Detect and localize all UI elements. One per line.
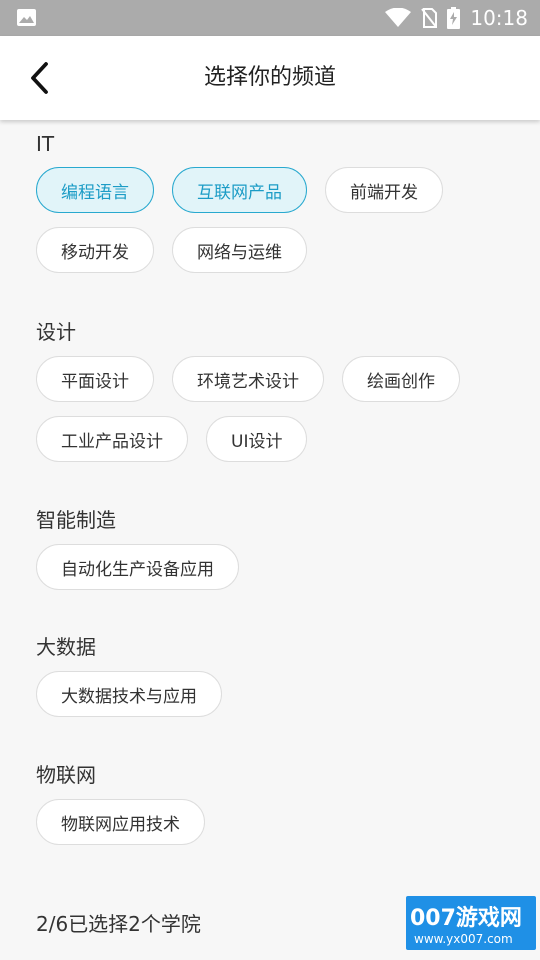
- chip-mobile-development[interactable]: 移动开发: [36, 227, 154, 273]
- chip-big-data-technology[interactable]: 大数据技术与应用: [36, 671, 222, 717]
- page-title: 选择你的频道: [203, 65, 336, 90]
- chip-group: 自动化生产设备应用: [36, 544, 496, 604]
- section-title: 物联网: [36, 763, 96, 787]
- section-big-data: 大数据 大数据技术与应用: [36, 631, 496, 731]
- chip-group: 物联网应用技术: [36, 799, 496, 859]
- section-title: 设计: [36, 320, 76, 344]
- chip-frontend-development[interactable]: 前端开发: [325, 167, 443, 213]
- chip-group: 编程语言 互联网产品 前端开发 移动开发 网络与运维: [36, 167, 496, 287]
- chip-environmental-art-design[interactable]: 环境艺术设计: [172, 356, 324, 402]
- chip-iot-application-technology[interactable]: 物联网应用技术: [36, 799, 205, 845]
- chip-group: 平面设计 环境艺术设计 绘画创作 工业产品设计 UI设计: [36, 356, 496, 476]
- watermark-url: www.yx007.com: [414, 932, 513, 946]
- section-smart-manufacturing: 智能制造 自动化生产设备应用: [36, 504, 496, 604]
- section-design: 设计 平面设计 环境艺术设计 绘画创作 工业产品设计 UI设计: [36, 316, 496, 476]
- chip-network-operations[interactable]: 网络与运维: [172, 227, 307, 273]
- chip-graphic-design[interactable]: 平面设计: [36, 356, 154, 402]
- section-title: 大数据: [36, 635, 96, 659]
- chip-group: 大数据技术与应用: [36, 671, 496, 731]
- wifi-icon: [385, 8, 412, 27]
- watermark-logo: 007游戏网 www.yx007.com: [406, 896, 536, 950]
- status-bar: 10:18: [0, 0, 540, 36]
- selection-summary: 2/6已选择2个学院: [36, 912, 201, 936]
- section-it: IT 编程语言 互联网产品 前端开发 移动开发 网络与运维: [36, 132, 496, 287]
- app-bar: 选择你的频道: [0, 36, 540, 120]
- battery-charging-icon: [447, 7, 461, 29]
- watermark-title: 007游戏网: [410, 906, 522, 931]
- chip-ui-design[interactable]: UI设计: [206, 416, 308, 462]
- status-time: 10:18: [470, 6, 528, 30]
- section-title: IT: [36, 132, 55, 156]
- chip-programming-languages[interactable]: 编程语言: [36, 167, 154, 213]
- section-iot: 物联网 物联网应用技术: [36, 759, 496, 859]
- chip-industrial-product-design[interactable]: 工业产品设计: [36, 416, 188, 462]
- section-title: 智能制造: [36, 508, 116, 532]
- chip-internet-products[interactable]: 互联网产品: [172, 167, 307, 213]
- chip-painting[interactable]: 绘画创作: [342, 356, 460, 402]
- no-sim-icon: [421, 8, 438, 28]
- chip-automated-production-equipment[interactable]: 自动化生产设备应用: [36, 544, 239, 590]
- image-notification-icon: [17, 9, 36, 26]
